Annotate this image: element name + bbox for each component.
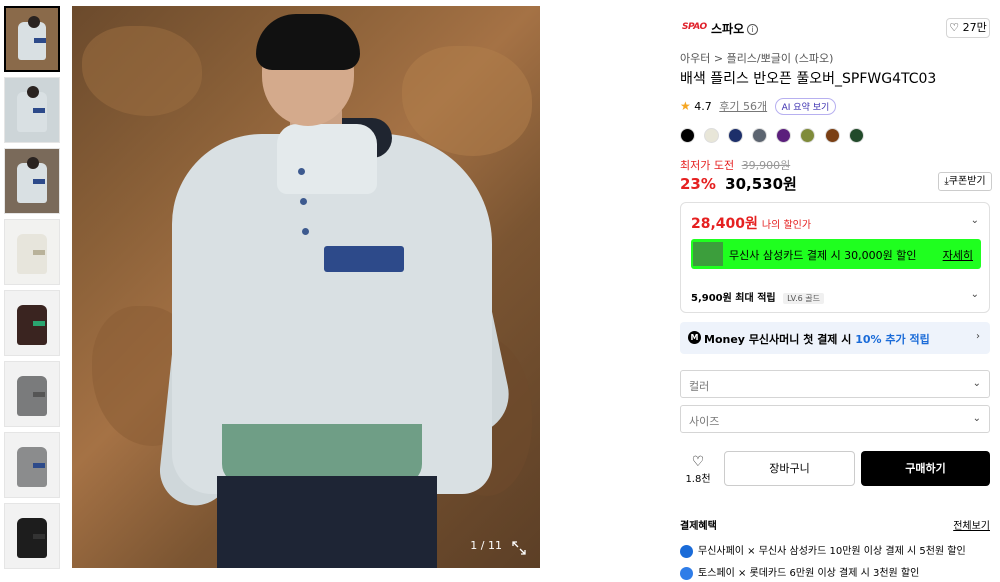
main-product-image[interactable]: 1 / 11	[72, 6, 540, 568]
color-swatch[interactable]	[680, 128, 695, 143]
thumbnail[interactable]	[4, 432, 60, 498]
color-swatch[interactable]	[848, 128, 864, 143]
model-jeans	[217, 476, 437, 568]
rock-texture	[402, 46, 532, 156]
rating-row: ★ 4.7 후기 56개 AI 요약 보기	[680, 98, 837, 116]
rating-score: 4.7	[694, 100, 712, 113]
money-icon: M	[688, 331, 701, 344]
money-brand: Money	[704, 333, 745, 346]
brand-like-count: 27만	[962, 21, 987, 34]
sale-price: 30,530원	[725, 175, 797, 193]
ai-summary-button[interactable]: AI 요약 보기	[774, 98, 837, 115]
my-price-label: 나의 할인가	[761, 220, 812, 231]
buy-button[interactable]: 구매하기	[861, 451, 990, 486]
benefit-heading: 결제혜택	[680, 521, 717, 532]
favorite-button[interactable]: ♡ 1.8천	[684, 454, 712, 485]
benefit-header: 결제혜택 전체보기	[680, 517, 990, 532]
thumbnail[interactable]	[4, 361, 60, 427]
original-price: 39,900원	[741, 159, 791, 172]
my-price: 28,400원 나의 할인가	[691, 213, 811, 233]
benefit-all-link[interactable]: 전체보기	[953, 517, 990, 532]
favorite-count: 1.8천	[685, 474, 711, 485]
thumbnail[interactable]	[4, 290, 60, 356]
chevron-down-icon: ⌄	[972, 378, 981, 389]
deal-label: 최저가 도전	[680, 159, 735, 172]
color-swatch[interactable]	[800, 128, 816, 143]
color-select-label: 컬러	[689, 380, 710, 393]
my-price-value: 28,400원	[691, 216, 758, 232]
rock-texture	[82, 26, 202, 116]
model-tee	[222, 424, 422, 484]
heart-icon: ♡	[949, 21, 960, 34]
info-icon[interactable]: i	[747, 24, 759, 35]
thumbnail[interactable]	[4, 148, 60, 214]
toss-pay-icon	[680, 566, 693, 580]
breadcrumb[interactable]: 아우터 > 플리스/뽀글이 (스파오)	[680, 50, 833, 66]
deal-row: 최저가 도전 39,900원	[680, 157, 790, 173]
chevron-down-icon[interactable]: ⌄	[971, 215, 979, 226]
points-text: 5,900원 최대 적립	[691, 293, 776, 304]
card-offer-banner[interactable]: 무신사 삼성카드 결제 시 30,000원 할인 자세히	[691, 239, 981, 269]
money-text: Money 무신사머니 첫 결제 시 10% 추가 적립	[704, 331, 930, 347]
money-accent: 10% 추가 적립	[855, 333, 930, 346]
coupon-button[interactable]: ⤓쿠폰받기	[938, 172, 992, 191]
thumbnail[interactable]	[4, 219, 60, 285]
benefit-item: 토스페이 × 롯데카드 6만원 이상 결제 시 3천원 할인	[680, 564, 919, 580]
heart-icon: ♡	[691, 454, 705, 470]
snap-button	[300, 198, 307, 205]
brand-name-text[interactable]: 스파오	[711, 22, 744, 36]
points-row: 5,900원 최대 적립 LV.6 골드	[691, 289, 824, 304]
price-row: 23% 30,530원	[680, 173, 797, 194]
color-swatch[interactable]	[752, 128, 768, 143]
card-detail-link[interactable]: 자세히	[943, 247, 973, 263]
level-badge: LV.6 골드	[783, 293, 824, 304]
color-swatches	[680, 128, 868, 144]
chevron-right-icon: ›	[976, 331, 980, 342]
color-select[interactable]: 컬러 ⌄	[680, 370, 990, 398]
my-price-box: 28,400원 나의 할인가 ⌄ 무신사 삼성카드 결제 시 30,000원 할인…	[680, 202, 990, 313]
card-image	[693, 242, 723, 266]
product-title: 배색 플리스 반오픈 풀오버_SPFWG4TC03	[680, 71, 937, 87]
brand-like-button[interactable]: ♡ 27만	[946, 18, 990, 38]
size-select-label: 사이즈	[689, 415, 720, 428]
expand-icon[interactable]	[512, 540, 526, 555]
color-swatch[interactable]	[728, 128, 744, 143]
chevron-down-icon: ⌄	[972, 413, 981, 424]
size-select[interactable]: 사이즈 ⌄	[680, 405, 990, 433]
chest-pocket	[324, 246, 404, 272]
snap-button	[302, 228, 309, 235]
thumbnail-list	[4, 6, 60, 574]
chevron-down-icon[interactable]: ⌄	[971, 289, 979, 300]
benefit-text: 무신사페이 × 무신사 삼성카드 10만원 이상 결제 시 5천원 할인	[698, 546, 966, 557]
color-swatch[interactable]	[704, 128, 720, 143]
review-link[interactable]: 후기 56개	[719, 100, 767, 113]
discount-rate: 23%	[680, 175, 716, 193]
cart-button[interactable]: 장바구니	[724, 451, 855, 486]
brand-row: SPAO 스파오 i ♡ 27만	[680, 18, 990, 40]
model-hair	[256, 14, 360, 70]
money-banner[interactable]: M Money 무신사머니 첫 결제 시 10% 추가 적립 ›	[680, 322, 990, 354]
brand-logo[interactable]: SPAO	[682, 22, 707, 32]
coupon-label: 쿠폰받기	[948, 176, 986, 187]
musinsa-pay-icon	[680, 544, 693, 558]
thumbnail[interactable]	[4, 503, 60, 569]
image-counter: 1 / 11	[470, 539, 502, 552]
thumbnail[interactable]	[4, 77, 60, 143]
snap-button	[298, 168, 305, 175]
color-swatch[interactable]	[824, 128, 840, 143]
thumbnail[interactable]	[4, 6, 60, 72]
money-offer: 무신사머니 첫 결제 시	[748, 333, 852, 346]
card-offer-text: 무신사 삼성카드 결제 시 30,000원 할인	[729, 249, 917, 262]
model-collar	[277, 124, 377, 194]
benefit-text: 토스페이 × 롯데카드 6만원 이상 결제 시 3천원 할인	[698, 568, 920, 579]
color-swatch[interactable]	[776, 128, 792, 143]
benefit-item: 무신사페이 × 무신사 삼성카드 10만원 이상 결제 시 5천원 할인	[680, 542, 966, 558]
star-icon: ★	[680, 99, 691, 113]
brand-name[interactable]: 스파오 i	[711, 20, 759, 37]
